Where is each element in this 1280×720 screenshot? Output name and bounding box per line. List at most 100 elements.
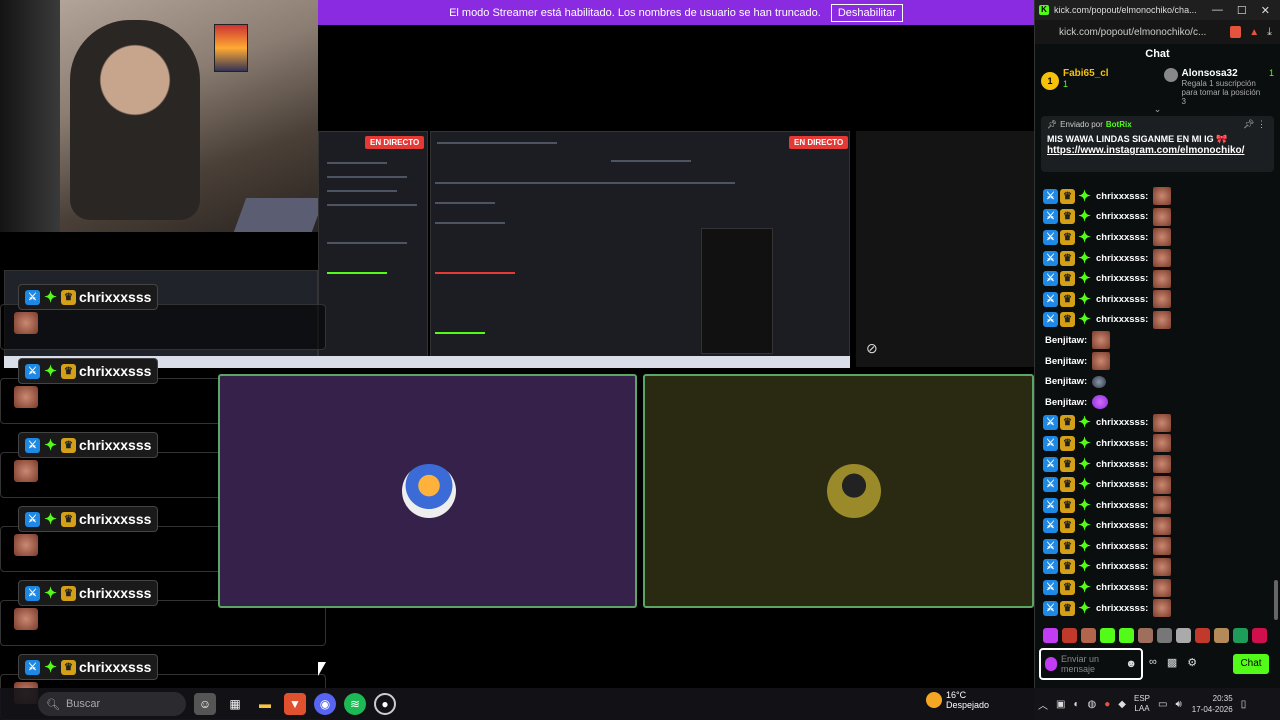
emote-icon[interactable] (1081, 628, 1096, 643)
chat-message[interactable]: ⚔ ♛ ✦ chrixxxsss: (1035, 454, 1280, 475)
clock[interactable]: 20:35 17-04-2026 (1192, 693, 1233, 715)
more-options-icon[interactable]: ⋮ (1257, 119, 1266, 129)
emote-icon[interactable] (1138, 628, 1153, 643)
chat-message[interactable]: ⚔ ♛ ✦ chrixxxsss: (1035, 577, 1280, 598)
hide-icon[interactable]: ⊘ (866, 340, 878, 357)
emote-icon[interactable] (1195, 628, 1210, 643)
minimize-icon[interactable]: — (1212, 4, 1223, 17)
chat-message[interactable]: ⚔ ♛ ✦ chrixxxsss: (1035, 268, 1280, 289)
chat-username[interactable]: chrixxxsss: (1096, 314, 1148, 325)
chat-username[interactable]: chrixxxsss: (1096, 561, 1148, 572)
chat-message[interactable]: ⚔ ♛ ✦ chrixxxsss: (1035, 227, 1280, 248)
chat-message[interactable]: ⚔ ♛ ✦ chrixxxsss: (1035, 248, 1280, 269)
chat-username[interactable]: chrixxxsss: (1096, 520, 1148, 531)
chrome-icon[interactable]: ● (374, 693, 396, 715)
chat-message[interactable]: ⚔ ♛ ✦ chrixxxsss: (1035, 474, 1280, 495)
chat-username[interactable]: chrixxxsss: (1096, 459, 1148, 470)
chat-username[interactable]: chrixxxsss: (1096, 541, 1148, 552)
notification-icon[interactable]: ▯ (1241, 699, 1247, 710)
gift-shop-icon[interactable]: ▩ (1167, 656, 1177, 669)
chat-message[interactable]: ⚔ ♛ ✦ chrixxxsss: (1035, 557, 1280, 578)
emote-icon[interactable] (1100, 628, 1115, 643)
disable-streamer-mode-button[interactable]: Deshabilitar (830, 3, 903, 22)
chat-message[interactable]: ⚔ ♛ ✦ chrixxxsss: (1035, 310, 1280, 331)
chat-username[interactable]: chrixxxsss: (1096, 232, 1148, 243)
emote-icon[interactable] (1062, 628, 1077, 643)
leader-2[interactable]: Alonsosa32 Regala 1 suscripción para tom… (1158, 64, 1280, 106)
pinned-by-user[interactable]: BotRix (1106, 120, 1132, 129)
chat-username[interactable]: Benjitaw: (1045, 397, 1087, 408)
chat-username[interactable]: Benjitaw: (1045, 335, 1087, 346)
chat-username[interactable]: chrixxxsss: (1096, 253, 1148, 264)
chat-username[interactable]: Benjitaw: (1045, 356, 1087, 367)
tray-app-icon[interactable]: ▣ (1056, 699, 1065, 710)
emote-icon[interactable] (1252, 628, 1267, 643)
download-icon[interactable]: ⤓ (1267, 26, 1272, 39)
tray-app-icon[interactable]: ◐ (1073, 699, 1079, 710)
call-tile-2[interactable] (643, 374, 1034, 608)
chat-message[interactable]: Benjitaw: (1035, 371, 1280, 392)
chat-username[interactable]: chrixxxsss: (1096, 211, 1148, 222)
chat-message[interactable]: ⚔ ♛ ✦ chrixxxsss: (1035, 207, 1280, 228)
discord-icon[interactable]: ◉ (314, 693, 336, 715)
emote-icon[interactable] (1157, 628, 1172, 643)
chat-message[interactable]: Benjitaw: (1035, 330, 1280, 351)
taskbar-search[interactable]: 🔍︎ Buscar (38, 692, 186, 716)
chat-message[interactable]: ⚔ ♛ ✦ chrixxxsss: (1035, 433, 1280, 454)
language-indicator[interactable]: ESP LAA (1134, 694, 1150, 714)
address-bar[interactable]: kick.com/popout/elmonochiko/c... ▲ ⤓ (1035, 20, 1280, 44)
file-explorer-icon[interactable]: ▬ (254, 693, 276, 715)
chevron-up-icon[interactable]: ︿ (1038, 697, 1048, 712)
spotify-icon[interactable]: ≋ (344, 693, 366, 715)
emote-icon[interactable] (1233, 628, 1248, 643)
settings-gear-icon[interactable]: ⚙ (1187, 656, 1197, 669)
link-icon[interactable]: ∞ (1149, 656, 1157, 669)
chat-username[interactable]: chrixxxsss: (1096, 191, 1148, 202)
chat-message[interactable]: ⚔ ♛ ✦ chrixxxsss: (1035, 186, 1280, 207)
chat-message[interactable]: ⚔ ♛ ✦ chrixxxsss: (1035, 536, 1280, 557)
brave-shield-icon[interactable] (1230, 26, 1242, 38)
chat-message[interactable]: ⚔ ♛ ✦ chrixxxsss: (1035, 413, 1280, 434)
chat-username[interactable]: chrixxxsss: (1096, 273, 1148, 284)
chat-username[interactable]: chrixxxsss: (1096, 582, 1148, 593)
chat-message[interactable]: ⚔ ♛ ✦ chrixxxsss: (1035, 516, 1280, 537)
tray-app-icon[interactable]: ◍ (1088, 699, 1097, 710)
widgets-icon[interactable]: ▦ (224, 693, 246, 715)
chat-message[interactable]: Benjitaw: (1035, 351, 1280, 372)
chat-message[interactable]: ⚔ ♛ ✦ chrixxxsss: (1035, 598, 1280, 619)
leader-1[interactable]: 1 Fabi65_cl 1 (1035, 64, 1158, 104)
chat-username[interactable]: chrixxxsss: (1096, 479, 1148, 490)
emote-icon[interactable] (1176, 628, 1191, 643)
emote-icon[interactable] (1043, 628, 1058, 643)
chat-username[interactable]: Benjitaw: (1045, 376, 1087, 387)
emote-icon[interactable] (1119, 628, 1134, 643)
chat-username[interactable]: chrixxxsss: (1096, 500, 1148, 511)
chat-username[interactable]: chrixxxsss: (1096, 603, 1148, 614)
chat-input[interactable]: Enviar un mensaje ☻ (1039, 648, 1143, 680)
chat-scrollbar[interactable] (1274, 580, 1278, 620)
send-chat-button[interactable]: Chat (1233, 654, 1269, 674)
chat-message[interactable]: Benjitaw: (1035, 392, 1280, 413)
chat-username[interactable]: chrixxxsss: (1096, 438, 1148, 449)
unpin-icon[interactable]: 📌︎ (1243, 119, 1254, 129)
emoji-icon[interactable]: ☻ (1125, 658, 1137, 670)
chat-username[interactable]: chrixxxsss: (1096, 417, 1148, 428)
mic-icon[interactable] (1045, 657, 1057, 671)
weather-widget[interactable]: 16°C Despejado (926, 690, 989, 710)
network-icon[interactable]: ▭ (1158, 699, 1167, 710)
chat-message[interactable]: ⚔ ♛ ✦ chrixxxsss: (1035, 289, 1280, 310)
chat-username[interactable]: chrixxxsss: (1096, 294, 1148, 305)
chat-message[interactable]: ⚔ ♛ ✦ chrixxxsss: (1035, 495, 1280, 516)
emote-icon[interactable] (1214, 628, 1229, 643)
tray-app-icon[interactable]: ◆ (1118, 699, 1126, 710)
weather-desc: Despejado (946, 700, 990, 710)
brave-rewards-icon[interactable]: ▲ (1249, 27, 1259, 38)
teams-icon[interactable]: ☺ (194, 693, 216, 715)
call-tile-1[interactable] (218, 374, 637, 608)
maximize-icon[interactable]: ☐ (1237, 4, 1247, 17)
volume-icon[interactable]: 🔊︎ (1175, 699, 1181, 710)
pinned-link[interactable]: https://www.instagram.com/elmonochiko/ (1047, 145, 1268, 156)
brave-icon[interactable]: ▼ (284, 693, 306, 715)
microphone-icon[interactable]: ● (1104, 699, 1110, 710)
close-icon[interactable]: ✕ (1261, 4, 1270, 17)
